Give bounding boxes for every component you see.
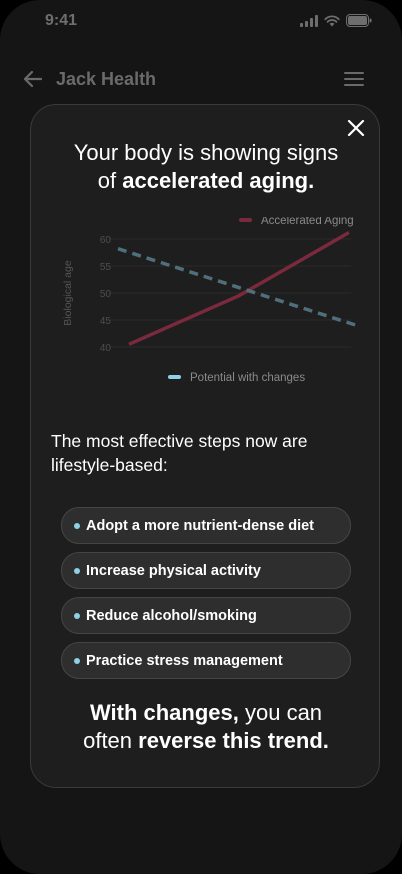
step-label: Increase physical activity [86,562,261,579]
hamburger-menu-icon[interactable] [344,71,364,87]
wifi-icon [324,14,340,26]
footer-line-2: often reverse this trend. [31,727,381,755]
potential-series-line [117,247,361,329]
status-bar: 9:41 [0,0,402,44]
headline-emphasis: accelerated aging. [122,168,315,193]
signal-icon [300,14,318,27]
headline: Your body is showing signs of accelerate… [31,139,381,195]
app-title: Jack Health [56,69,157,89]
bullet-dot-icon [74,522,80,529]
y-tick-label: 40 [100,343,112,354]
legend-label-potential: Potential with changes [190,372,305,384]
battery-icon [346,14,372,27]
footer-text-1: you can [238,700,323,725]
app-header: Jack Health [0,60,402,100]
step-item: Adopt a more nutrient-dense diet [61,507,351,544]
status-time: 9:41 [45,12,78,29]
headline-prefix: of [97,168,123,193]
bullet-dot-icon [74,657,80,664]
y-tick-label: 45 [100,316,112,327]
step-item: Reduce alcohol/smoking [61,597,351,634]
legend-label-accelerated: Accelerated Aging [261,217,354,227]
headline-line-1: Your body is showing signs [73,140,339,165]
y-axis-label: Biological age [62,260,74,326]
y-tick-label: 60 [100,235,112,246]
biological-age-chart: 60 55 50 45 40 Biological age Accelerated Agin… [62,217,361,384]
headline-line-2: of accelerated aging. [31,167,381,195]
steps-list: Adopt a more nutrient-dense diet Increase… [61,507,351,687]
footer-line-1: With changes, you can [31,699,381,727]
phone-screen: 9:41 Jack Health Your body is showing si… [0,0,402,874]
step-label: Adopt a more nutrient-dense diet [86,517,314,534]
footer-emphasis-1: With changes, [89,700,239,725]
arrow-left-icon[interactable] [22,69,44,89]
footer-emphasis-2: reverse this trend. [138,728,329,753]
bullet-dot-icon [74,567,80,574]
y-tick-label: 50 [100,289,112,300]
legend-swatch-potential [168,375,181,379]
step-item: Increase physical activity [61,552,351,589]
step-label: Reduce alcohol/smoking [86,607,257,624]
step-label: Practice stress management [86,652,283,669]
legend-swatch-accelerated [239,218,252,222]
status-icons [300,14,372,27]
footer-text-2: often [83,728,139,753]
step-item: Practice stress management [61,642,351,679]
close-icon[interactable] [345,117,367,139]
aging-alert-modal: Your body is showing signs of accelerate… [30,104,380,788]
footer-message: With changes, you can often reverse this… [31,699,381,755]
steps-intro: The most effective steps now are lifesty… [51,431,308,475]
bullet-dot-icon [74,612,80,619]
y-tick-label: 55 [100,262,112,273]
